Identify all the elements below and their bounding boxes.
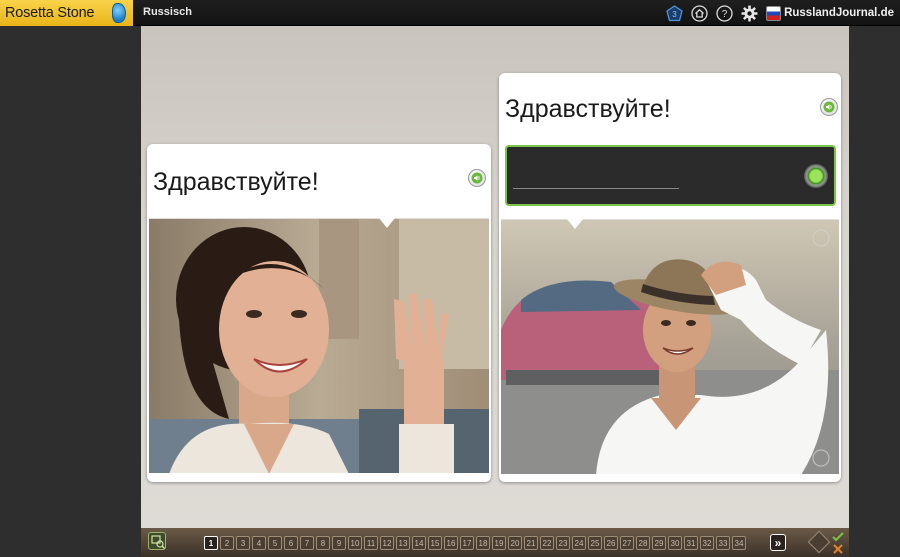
page-button[interactable]: 16 xyxy=(444,536,458,550)
page-button[interactable]: 6 xyxy=(284,536,298,550)
screen-pager: 1 2 3 4 5 6 7 8 9 10 11 12 13 14 15 16 17 18 19 20 21 22 23 24 2… xyxy=(204,536,748,550)
site-label: RusslandJournal.de xyxy=(784,7,894,19)
phrase-text: Здравствуйте! xyxy=(153,168,319,196)
top-bar: Rosetta Stone Russisch 3 ? RusslandJourn… xyxy=(0,0,900,26)
course-language: Russisch xyxy=(143,6,192,18)
site-link[interactable]: RusslandJournal.de xyxy=(766,5,894,21)
page-button[interactable]: 8 xyxy=(316,536,330,550)
speech-bubble-tail xyxy=(567,219,583,229)
page-button[interactable]: 7 xyxy=(300,536,314,550)
page-button[interactable]: 22 xyxy=(540,536,554,550)
bottom-bar: 1 2 3 4 5 6 7 8 9 10 11 12 13 14 15 16 17 18 19 20 21 22 23 24 2… xyxy=(141,528,849,557)
help-icon[interactable]: ? xyxy=(716,4,733,22)
page-button[interactable]: 19 xyxy=(492,536,506,550)
page-button[interactable]: 27 xyxy=(620,536,634,550)
answer-input[interactable] xyxy=(505,145,836,206)
page-button[interactable]: 32 xyxy=(700,536,714,550)
microphone-icon[interactable] xyxy=(804,164,828,188)
photo-woman-waving xyxy=(149,218,489,473)
page-button[interactable]: 25 xyxy=(588,536,602,550)
page-button[interactable]: 5 xyxy=(268,536,282,550)
stone-logo-icon xyxy=(112,3,126,23)
speaker-icon[interactable] xyxy=(820,98,838,116)
page-button[interactable]: 13 xyxy=(396,536,410,550)
svg-text:?: ? xyxy=(722,9,728,20)
lesson-stage: Здравствуйте! Здравствуйте! xyxy=(141,26,849,528)
page-button[interactable]: 9 xyxy=(332,536,346,550)
home-icon[interactable] xyxy=(691,4,708,22)
page-button[interactable]: 26 xyxy=(604,536,618,550)
page-button[interactable]: 30 xyxy=(668,536,682,550)
page-button[interactable]: 24 xyxy=(572,536,586,550)
page-button[interactable]: 33 xyxy=(716,536,730,550)
page-button[interactable]: 3 xyxy=(236,536,250,550)
page-button[interactable]: 1 xyxy=(204,536,218,550)
svg-text:3: 3 xyxy=(672,10,677,19)
page-button[interactable]: 20 xyxy=(508,536,522,550)
page-button[interactable]: 23 xyxy=(556,536,570,550)
diamond-indicator-icon xyxy=(807,530,831,554)
badge-icon[interactable]: 3 xyxy=(666,4,683,22)
flag-icon xyxy=(766,5,782,21)
page-button[interactable]: 11 xyxy=(364,536,378,550)
page-button[interactable]: 18 xyxy=(476,536,490,550)
page-button[interactable]: 21 xyxy=(524,536,538,550)
photo-man-with-hat xyxy=(501,219,839,474)
prompt-card-left[interactable]: Здравствуйте! xyxy=(147,144,491,482)
page-button[interactable]: 29 xyxy=(652,536,666,550)
brand-name: Rosetta Stone xyxy=(5,5,95,21)
page-button[interactable]: 31 xyxy=(684,536,698,550)
speech-bubble-tail xyxy=(379,218,395,228)
page-button[interactable]: 2 xyxy=(220,536,234,550)
speaker-icon[interactable] xyxy=(468,169,486,187)
page-button[interactable]: 4 xyxy=(252,536,266,550)
screen-toggle-icon[interactable] xyxy=(148,532,166,550)
page-button[interactable]: 34 xyxy=(732,536,746,550)
phrase-text: Здравствуйте! xyxy=(505,95,671,123)
settings-icon[interactable] xyxy=(741,5,758,22)
page-button[interactable]: 10 xyxy=(348,536,362,550)
prompt-card-right[interactable]: Здравствуйте! xyxy=(499,73,841,482)
page-button[interactable]: 12 xyxy=(380,536,394,550)
page-button[interactable]: 17 xyxy=(460,536,474,550)
rosetta-stone-logo[interactable]: Rosetta Stone xyxy=(0,0,133,26)
check-x-icon[interactable] xyxy=(831,531,845,555)
page-button[interactable]: 15 xyxy=(428,536,442,550)
answer-underline xyxy=(513,188,679,189)
page-button[interactable]: 28 xyxy=(636,536,650,550)
next-screen-button[interactable]: » xyxy=(770,534,786,551)
page-button[interactable]: 14 xyxy=(412,536,426,550)
